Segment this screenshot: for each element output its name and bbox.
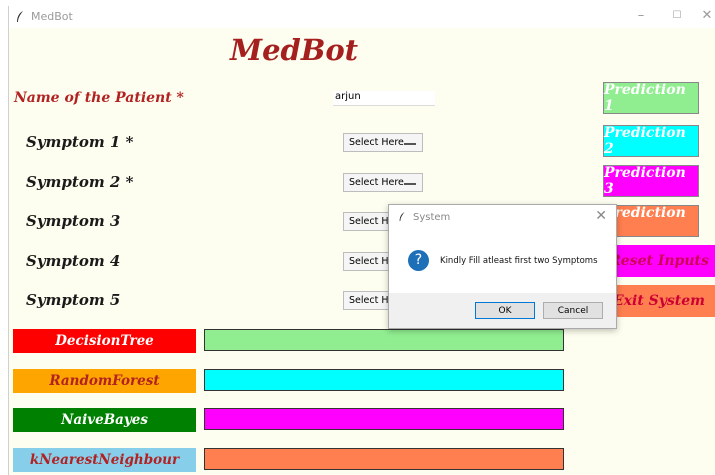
patient-name-label: Name of the Patient * — [14, 90, 184, 106]
naive-bayes-output — [204, 408, 564, 430]
minimize-button[interactable]: – — [633, 8, 649, 23]
system-dialog: System ✕ ? Kindly Fill atleast first two… — [388, 204, 617, 329]
symptom-4-label: Symptom 4 — [26, 252, 121, 270]
dropdown-indicator-icon — [404, 183, 416, 185]
feather-icon — [17, 11, 23, 22]
prediction-4-button[interactable]: Prediction 4 — [603, 205, 699, 237]
dropdown-indicator-icon — [404, 143, 416, 145]
ok-button[interactable]: OK — [475, 302, 535, 319]
dialog-title: System — [413, 212, 451, 223]
naive-bayes-label: NaiveBayes — [13, 408, 196, 432]
decision-tree-output — [204, 329, 564, 351]
prediction-1-button[interactable]: Prediction 1 — [603, 82, 699, 114]
cancel-button[interactable]: Cancel — [543, 302, 603, 319]
feather-icon — [399, 212, 405, 221]
title-bar: MedBot – ☐ ✕ — [9, 6, 715, 28]
window-title: MedBot — [31, 10, 73, 23]
dialog-footer: OK Cancel — [389, 293, 616, 328]
symptom-2-select-value: Select Here — [349, 177, 404, 188]
dialog-close-button[interactable]: ✕ — [595, 208, 607, 224]
close-button[interactable]: ✕ — [699, 8, 715, 23]
decision-tree-label: DecisionTree — [13, 329, 196, 353]
exit-system-button[interactable]: Exit System — [603, 285, 715, 317]
random-forest-output — [204, 369, 564, 391]
symptom-5-label: Symptom 5 — [26, 291, 121, 309]
random-forest-label: RandomForest — [13, 369, 196, 393]
app-heading: MedBot — [230, 33, 359, 67]
symptom-1-select[interactable]: Select Here — [343, 133, 423, 152]
symptom-2-label: Symptom 2 * — [26, 173, 134, 191]
knn-label: kNearestNeighbour — [13, 448, 196, 472]
patient-name-input[interactable]: arjun — [333, 91, 435, 106]
dialog-message: Kindly Fill atleast first two Symptoms — [440, 256, 598, 266]
symptom-3-label: Symptom 3 — [26, 212, 121, 230]
symptom-1-select-value: Select Here — [349, 137, 404, 148]
prediction-3-button[interactable]: Prediction 3 — [603, 165, 699, 197]
symptom-2-select[interactable]: Select Here — [343, 173, 423, 192]
prediction-2-button[interactable]: Prediction 2 — [603, 125, 699, 157]
question-icon: ? — [408, 250, 429, 271]
maximize-button[interactable]: ☐ — [669, 10, 685, 21]
symptom-1-label: Symptom 1 * — [26, 133, 134, 151]
knn-output — [204, 448, 564, 470]
reset-inputs-button[interactable]: Reset Inputs — [603, 245, 715, 277]
